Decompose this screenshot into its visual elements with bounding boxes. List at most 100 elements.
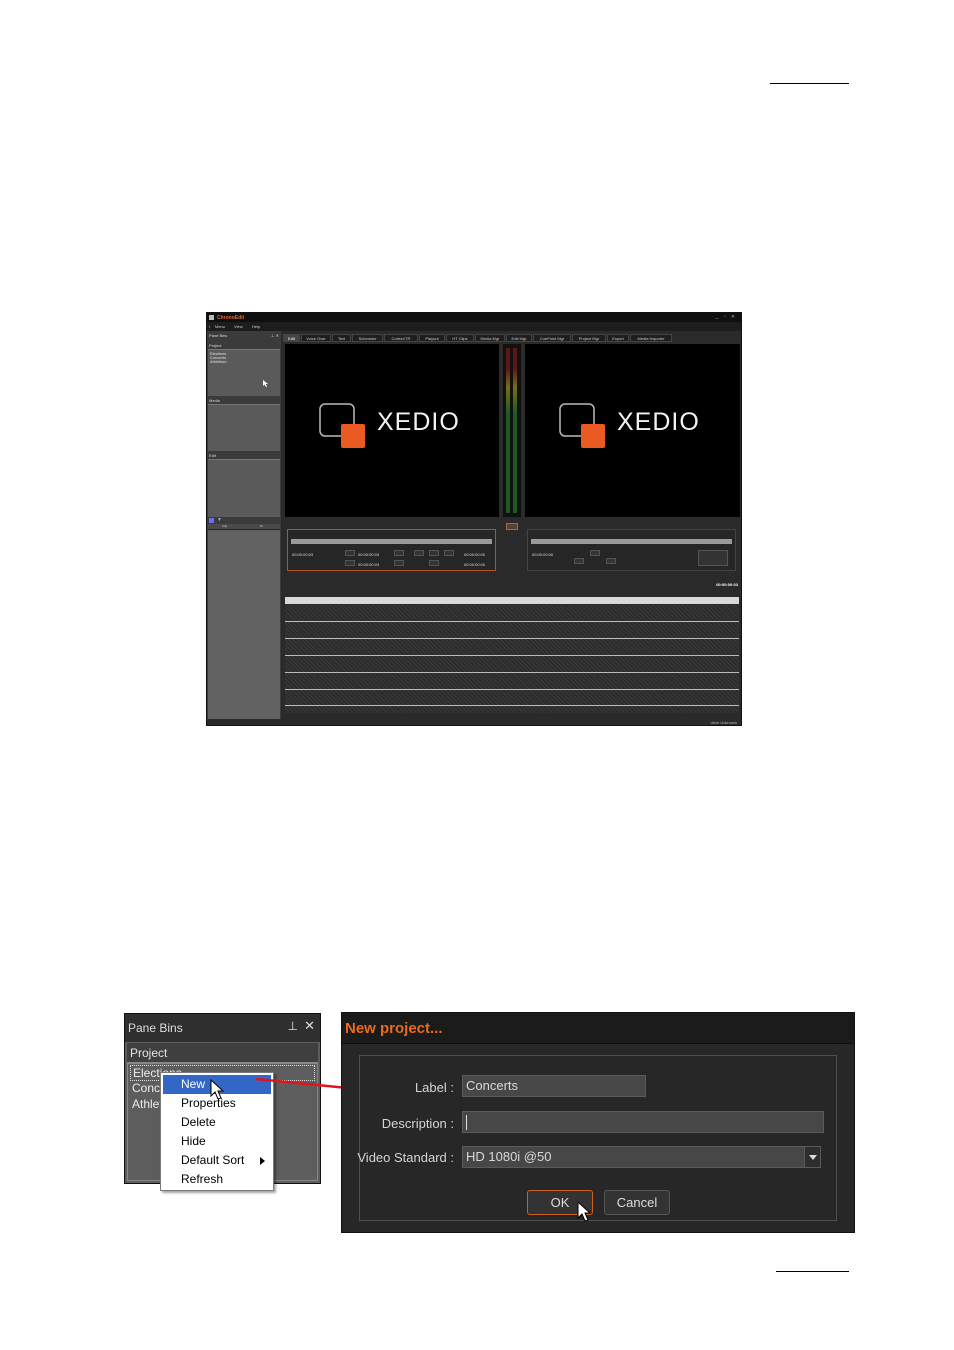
module-tabs: Edit Voice Over Text Scheduler CorbaVTR … (283, 334, 739, 343)
end-timecode: 00:00:00:00 (464, 562, 486, 567)
goto-button[interactable] (394, 560, 404, 566)
xedio-logo-text: XEDIO (377, 408, 460, 436)
footer-rule (776, 1271, 849, 1272)
cancel-button[interactable]: Cancel (604, 1190, 670, 1215)
menu-item-hide[interactable]: Hide (163, 1132, 271, 1151)
tab-voice-over[interactable]: Voice Over (301, 334, 331, 342)
cursor-icon (210, 1079, 224, 1100)
audio-meter (503, 344, 521, 530)
pin-icon[interactable]: ⊥ (288, 1019, 298, 1033)
bin-item[interactable]: Athletism (208, 360, 280, 364)
xedio-logo-icon: XEDIO (559, 403, 700, 448)
tab-text[interactable]: Text (332, 334, 351, 342)
menu-item-refresh[interactable]: Refresh (163, 1170, 271, 1189)
mark-in-button[interactable] (345, 550, 355, 556)
section-label: Project (130, 1046, 168, 1060)
source-scrub-bar[interactable] (291, 539, 492, 544)
cursor-icon (263, 380, 268, 387)
clip-list[interactable] (208, 530, 280, 719)
main-timecode: 00:00:00:03 (716, 582, 738, 587)
dialog-title: New project... (345, 1020, 443, 1037)
source-controls[interactable]: 00:00:00:03 00:00:00:03 00:00:00:03 00:0… (287, 529, 496, 571)
menu-item-default-sort[interactable]: Default Sort (163, 1151, 271, 1170)
timeline-ruler[interactable] (285, 597, 739, 604)
tab-media-mgr[interactable]: Media Mgr (475, 334, 505, 342)
record-scrub-bar[interactable] (531, 539, 732, 544)
rewind-button[interactable] (414, 550, 424, 556)
bin-project[interactable]: Project Elections Concerts Athletism (208, 343, 280, 396)
menu-item-view[interactable]: View (234, 324, 243, 329)
dialog-titlebar: New project... (342, 1013, 854, 1044)
menu-item-menu[interactable]: Menu (215, 324, 225, 329)
bin-label: Edit (209, 453, 216, 458)
tab-media-importer[interactable]: Media Importer (630, 334, 672, 342)
bin-label: Project (209, 343, 222, 348)
app-titlebar: ChronoEdit _ ▫ ✕ (207, 313, 741, 322)
tab-scheduler[interactable]: Scheduler (352, 334, 383, 342)
menu-item-icon: i (209, 324, 210, 329)
track-separator (285, 705, 739, 706)
window-controls-icon[interactable]: _ ▫ ✕ (715, 314, 737, 320)
track-separator (285, 638, 739, 639)
chevron-down-icon[interactable] (804, 1146, 821, 1168)
close-icon[interactable]: ✕ (304, 1018, 315, 1034)
tab-ht-clips[interactable]: HT Clips (446, 334, 474, 342)
record-controls[interactable]: 00:00:00:00 (527, 529, 736, 571)
label-input[interactable]: Concerts (462, 1075, 646, 1097)
pane-header: Pane Bins ⊥ ✕ (125, 1014, 320, 1042)
forward-button[interactable] (606, 558, 616, 564)
track-separator (285, 672, 739, 673)
left-pane: Pane Bins ⊥ ✕ Project Elections Concerts… (207, 331, 281, 719)
duration-timecode: 00:00:00:00 (464, 552, 486, 557)
text-caret (466, 1115, 467, 1131)
video-standard-caption: Video Standard : (357, 1150, 454, 1165)
tab-playout[interactable]: Playout (419, 334, 445, 342)
app-title: ChronoEdit (217, 315, 245, 321)
tab-project-mgr[interactable]: Project Mgr (572, 334, 606, 342)
new-project-dialog: New project... Label : Concerts Descript… (341, 1012, 855, 1233)
app-menubar: i Menu View Help (207, 322, 741, 331)
tab-cuepoint-mgr[interactable]: CuePoint Mgr (533, 334, 571, 342)
tab-edit-mgr[interactable]: Edit Mgr (506, 334, 532, 342)
clip-list-icon[interactable] (209, 518, 214, 523)
track-separator (285, 621, 739, 622)
menu-item-label: Default Sort (181, 1153, 245, 1167)
video-standard-select[interactable]: HD 1080i @50 (462, 1146, 806, 1168)
record-option-button[interactable] (698, 550, 728, 566)
xedio-logo-icon: XEDIO (319, 403, 460, 448)
cursor-icon (577, 1201, 591, 1222)
column-header[interactable]: Dr (260, 524, 263, 528)
track-separator (285, 689, 739, 690)
submenu-arrow-icon (260, 1157, 265, 1165)
bin-media[interactable]: Media (208, 398, 280, 451)
label-caption: Label : (414, 1080, 454, 1095)
meter-toggle-button[interactable] (506, 523, 518, 530)
description-input[interactable] (462, 1111, 824, 1133)
forward-button[interactable] (444, 550, 454, 556)
xedio-logo-text: XEDIO (617, 408, 700, 436)
rewind-button[interactable] (574, 558, 584, 564)
menu-item-help[interactable]: Help (252, 324, 260, 329)
tab-edit[interactable]: Edit (283, 334, 300, 342)
filter-icon[interactable]: ▼ (217, 517, 222, 523)
column-header[interactable]: Clip (222, 524, 227, 528)
record-viewer[interactable]: XEDIO (525, 344, 740, 517)
pin-close-icon[interactable]: ⊥ ✕ (271, 333, 279, 338)
goto-button[interactable] (394, 550, 404, 556)
play-button[interactable] (590, 550, 600, 556)
tab-corbavtr[interactable]: CorbaVTR (384, 334, 418, 342)
tab-export[interactable]: Export (607, 334, 629, 342)
play-button[interactable] (429, 550, 439, 556)
description-caption: Description : (381, 1116, 454, 1131)
project-section-header[interactable]: Project (127, 1043, 318, 1063)
meter-bar (513, 348, 517, 513)
track-separator (285, 655, 739, 656)
bin-label: Media (209, 398, 220, 403)
timeline-tracks[interactable] (285, 605, 739, 713)
bin-edit[interactable]: Edit (208, 453, 280, 517)
loop-button[interactable] (429, 560, 439, 566)
source-viewer[interactable]: XEDIO (285, 344, 499, 517)
mark-out-button[interactable] (345, 560, 355, 566)
menu-item-delete[interactable]: Delete (163, 1113, 271, 1132)
out-timecode: 00:00:00:03 (358, 562, 380, 567)
